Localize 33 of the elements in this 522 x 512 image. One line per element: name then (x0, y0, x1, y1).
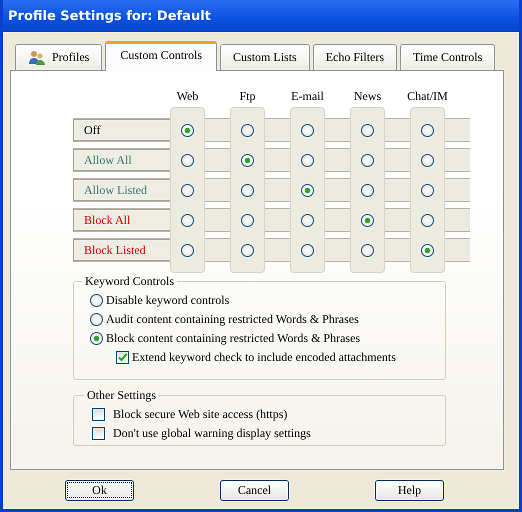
radio-button[interactable] (90, 332, 103, 345)
row-label: Allow All (73, 149, 170, 171)
group-title: Keyword Controls (84, 274, 175, 289)
row-label: Allow Listed (73, 179, 170, 201)
column-header: Web (176, 89, 198, 104)
checkbox[interactable] (92, 408, 105, 421)
tab[interactable]: Echo Filters (312, 44, 398, 70)
option-label: Extend keyword check to include encoded attachments (132, 350, 396, 365)
tab[interactable]: Custom Controls (105, 41, 218, 71)
column-header: News (354, 89, 382, 104)
radio-button[interactable] (90, 294, 103, 307)
row-label: Block All (73, 209, 170, 231)
option-label: Block secure Web site access (https) (113, 407, 288, 422)
radio-button[interactable] (90, 313, 103, 326)
dialog-button[interactable]: Help (375, 480, 444, 501)
tab[interactable]: Time Controls (400, 44, 496, 70)
option-label: Disable keyword controls (106, 293, 230, 308)
window-title: Profile Settings for: Default (8, 8, 211, 24)
checkbox[interactable] (116, 351, 129, 364)
tab[interactable]: Profiles (15, 44, 102, 70)
checkbox[interactable] (92, 427, 105, 440)
dialog-button[interactable]: Cancel (220, 480, 289, 501)
tab[interactable]: Custom Lists (220, 44, 310, 70)
column-header: Ftp (239, 89, 256, 104)
option-label: Audit content containing restricted Words & Phrases (106, 312, 359, 327)
row-label: Off (73, 119, 170, 141)
column-header: E-mail (291, 89, 324, 104)
option-label: Block content containing restricted Words & Phrases (106, 331, 360, 346)
option-label: Don't use global warning display settings (113, 426, 311, 441)
column-header: Chat/IM (407, 89, 448, 104)
dialog-button[interactable]: Ok (65, 480, 134, 501)
row-label: Block Listed (73, 239, 170, 261)
group-title: Other Settings (86, 388, 157, 403)
